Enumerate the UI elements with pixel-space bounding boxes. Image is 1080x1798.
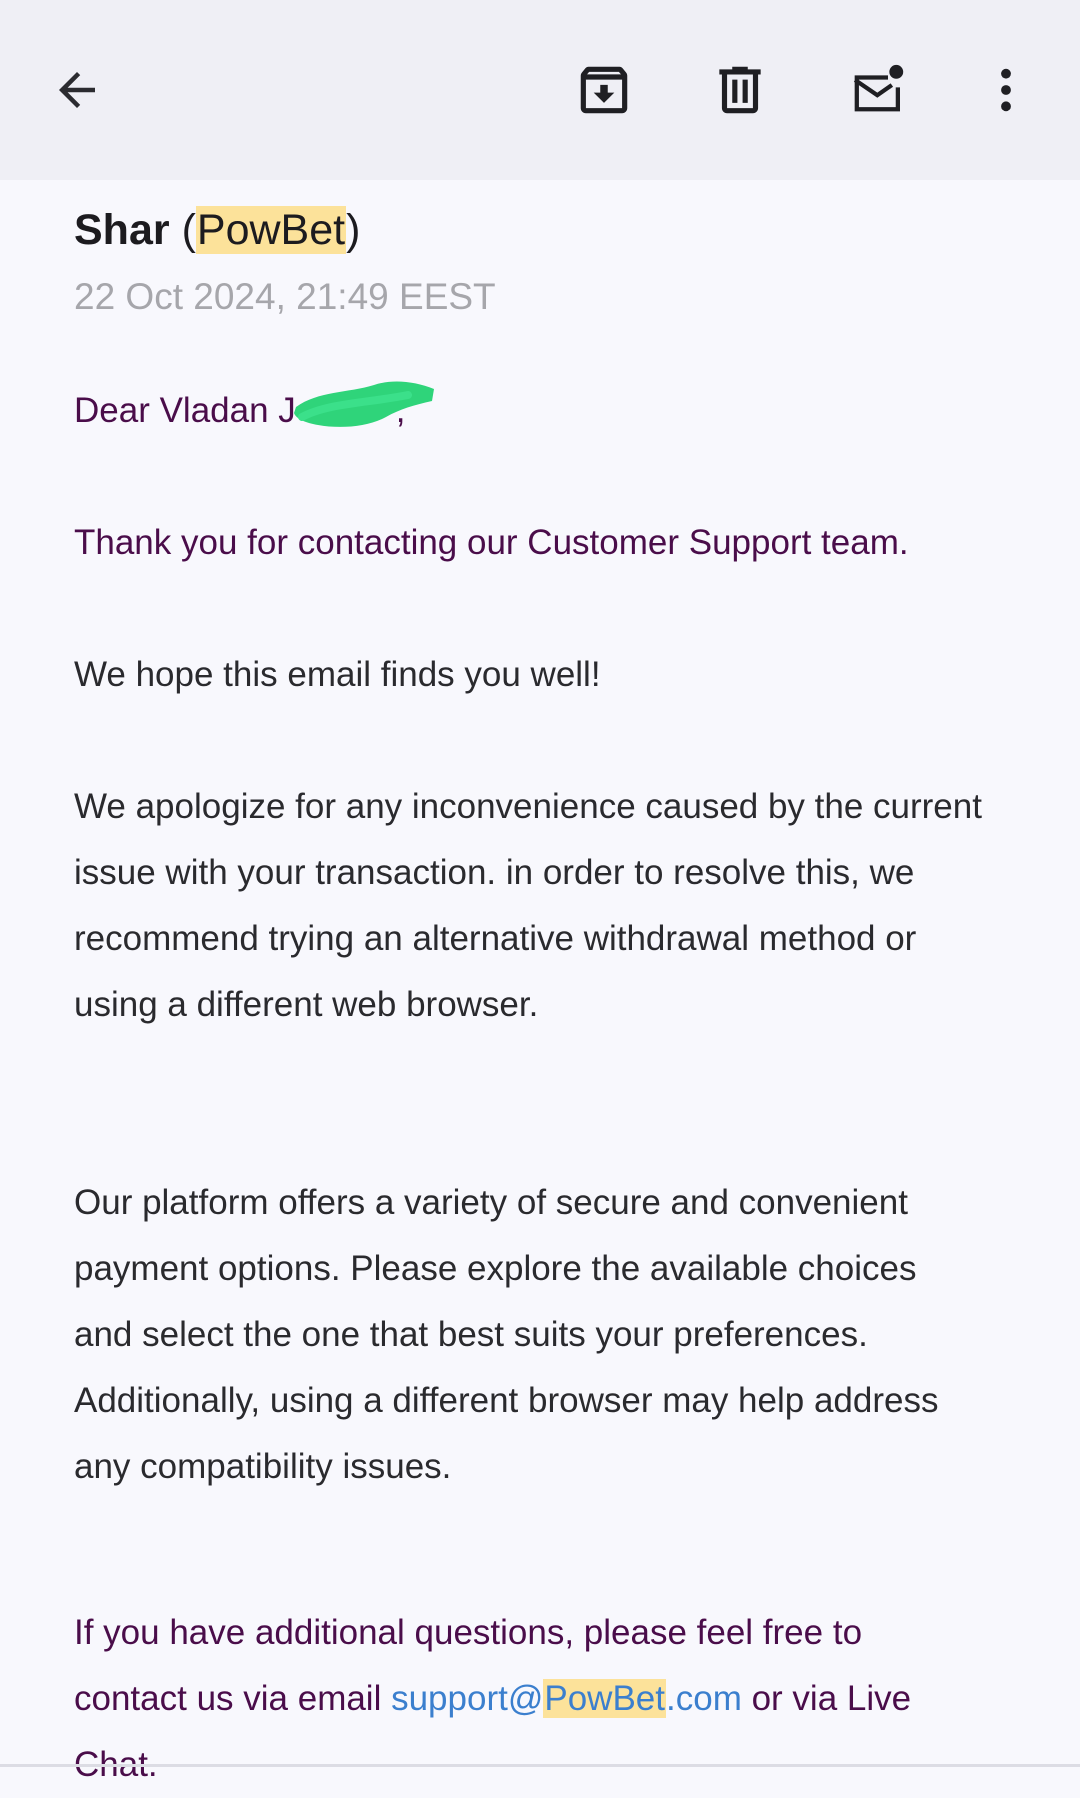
email-timestamp: 22 Oct 2024, 21:49 EEST: [74, 276, 496, 317]
greeting-text: Dear Vladan J: [74, 391, 296, 430]
redaction-scribble: [288, 373, 440, 438]
sender-org: PowBet: [195, 206, 347, 254]
sender-line: Shar (PowBet): [74, 206, 361, 254]
arrow-left-icon: [50, 63, 104, 117]
bottom-divider: [0, 1764, 1080, 1767]
back-button[interactable]: [27, 40, 127, 140]
sender-name: Shar: [74, 206, 170, 254]
archive-button[interactable]: [554, 40, 654, 140]
mail-unread-icon: [844, 58, 908, 122]
paragraph-thanks: Thank you for contacting our Customer Su…: [74, 523, 909, 562]
delete-button[interactable]: [690, 40, 790, 140]
archive-icon: [573, 59, 635, 121]
paragraph-apology: We apologize for any inconvenience cause…: [74, 787, 982, 1024]
toolbar: [0, 0, 1080, 180]
more-options-button[interactable]: [956, 40, 1056, 140]
more-vertical-icon: [978, 62, 1034, 118]
paragraph-contact: If you have additional questions, please…: [74, 1613, 912, 1784]
support-email-link[interactable]: support@PowBet.com: [391, 1679, 742, 1718]
paragraph-platform: Our platform offers a variety of secure …: [74, 1183, 939, 1486]
paragraph-hope: We hope this email finds you well!: [74, 655, 601, 694]
greeting: Dear Vladan J,: [74, 391, 406, 430]
mark-unread-button[interactable]: [826, 40, 926, 140]
trash-icon: [709, 59, 771, 121]
